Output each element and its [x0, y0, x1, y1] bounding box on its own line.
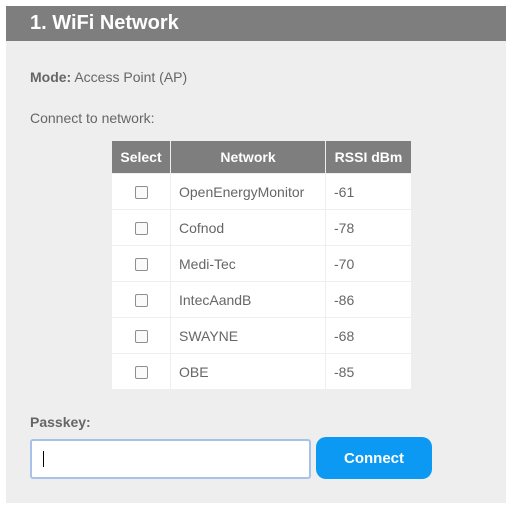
network-name: Medi-Tec — [170, 245, 326, 282]
network-checkbox[interactable] — [134, 222, 148, 236]
network-rssi: -70 — [325, 245, 411, 282]
mode-value: Access Point (AP) — [74, 69, 188, 85]
network-checkbox[interactable] — [134, 330, 148, 344]
network-checkbox[interactable] — [134, 258, 148, 272]
network-name: Cofnod — [170, 209, 326, 246]
table-row: Medi-Tec -70 — [112, 245, 411, 282]
network-rssi: -61 — [325, 173, 411, 210]
network-rssi: -78 — [325, 209, 411, 246]
header-select: Select — [112, 141, 171, 174]
connect-prompt: Connect to network: — [30, 110, 155, 126]
table-row: SWAYNE -68 — [112, 317, 411, 354]
network-name: SWAYNE — [170, 317, 326, 354]
network-rssi: -85 — [325, 353, 411, 389]
table-row: Cofnod -78 — [112, 209, 411, 246]
network-checkbox[interactable] — [134, 186, 148, 200]
table-row: IntecAandB -86 — [112, 281, 411, 318]
mode-label: Mode: — [30, 69, 72, 85]
network-rssi: -68 — [325, 317, 411, 354]
connect-button[interactable]: Connect — [316, 437, 432, 479]
network-name: OpenEnergyMonitor — [170, 173, 326, 210]
table-header-row: Select Network RSSI dBm — [112, 141, 411, 174]
network-rssi: -86 — [325, 281, 411, 318]
text-caret — [43, 451, 44, 467]
network-name: OBE — [170, 353, 326, 389]
network-checkbox[interactable] — [134, 366, 148, 380]
passkey-label: Passkey: — [30, 414, 91, 430]
header-network: Network — [170, 141, 326, 174]
network-table: Select Network RSSI dBm OpenEnergyMonito… — [112, 141, 411, 389]
passkey-input[interactable] — [30, 439, 311, 479]
table-row: OpenEnergyMonitor -61 — [112, 173, 411, 210]
mode-line: Mode: Access Point (AP) — [30, 69, 187, 85]
network-checkbox[interactable] — [134, 294, 148, 308]
table-row: OBE -85 — [112, 353, 411, 389]
section-title: 1. WiFi Network — [6, 6, 506, 41]
network-name: IntecAandB — [170, 281, 326, 318]
wifi-panel: 1. WiFi Network Mode: Access Point (AP) … — [6, 6, 506, 503]
header-rssi: RSSI dBm — [325, 141, 411, 174]
